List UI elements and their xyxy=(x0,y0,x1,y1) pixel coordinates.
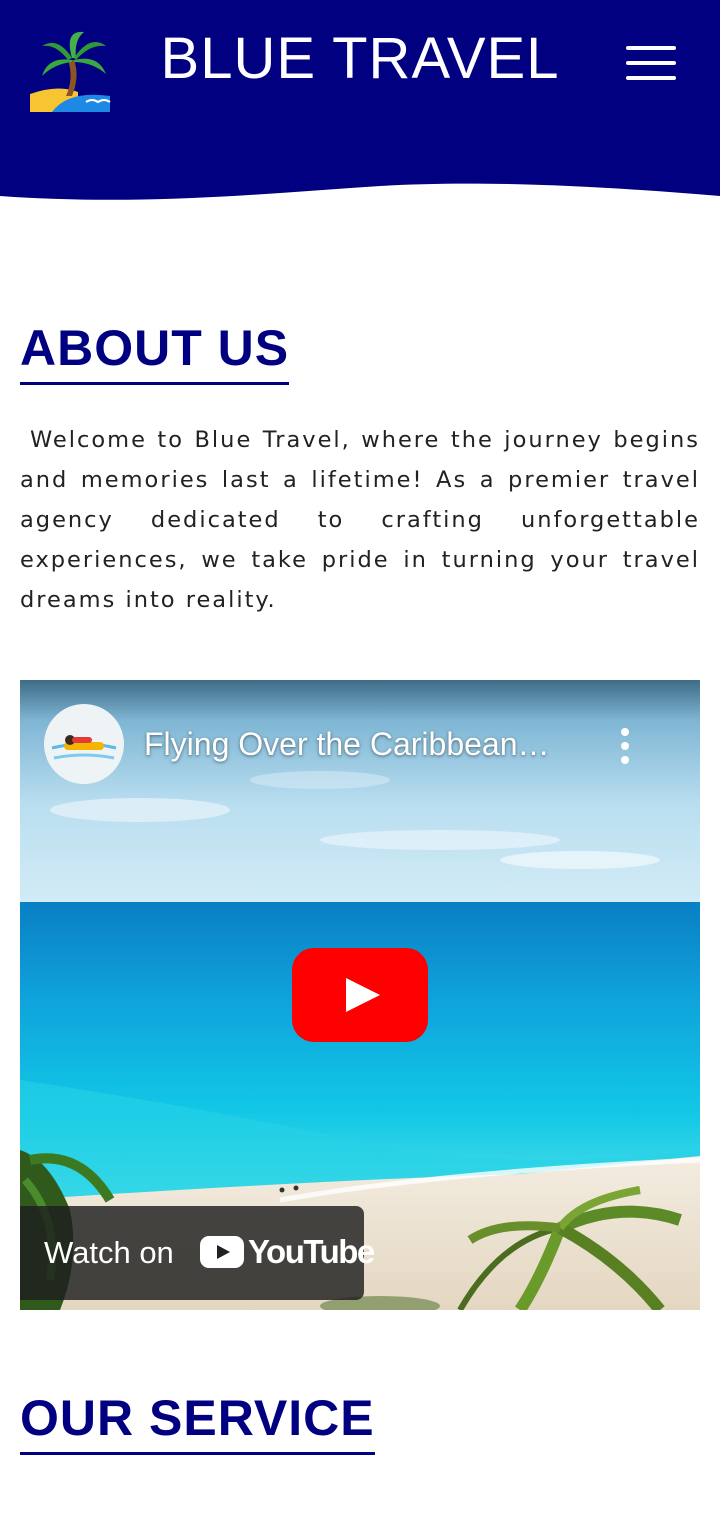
hamburger-menu-icon[interactable] xyxy=(620,40,680,86)
youtube-video-embed[interactable]: Flying Over the Caribbean… Watch on YouT… xyxy=(20,680,700,1310)
video-title[interactable]: Flying Over the Caribbean… xyxy=(144,724,550,764)
watch-on-youtube-button[interactable]: Watch on YouTube xyxy=(20,1206,375,1300)
watch-on-label: Watch on xyxy=(44,1235,174,1270)
about-title: ABOUT US xyxy=(20,320,290,385)
service-title: OUR SERVICE xyxy=(20,1390,375,1455)
site-header: BLUE TRAVEL xyxy=(0,0,720,210)
youtube-wordmark: YouTube xyxy=(248,1233,375,1270)
brand-title: BLUE TRAVEL xyxy=(160,26,560,91)
channel-avatar-icon[interactable] xyxy=(44,704,124,784)
youtube-play-icon[interactable] xyxy=(292,948,428,1042)
about-text: Welcome to Blue Travel, where the journe… xyxy=(20,427,700,613)
more-vert-icon[interactable] xyxy=(612,726,638,766)
youtube-logo-icon xyxy=(200,1236,244,1268)
